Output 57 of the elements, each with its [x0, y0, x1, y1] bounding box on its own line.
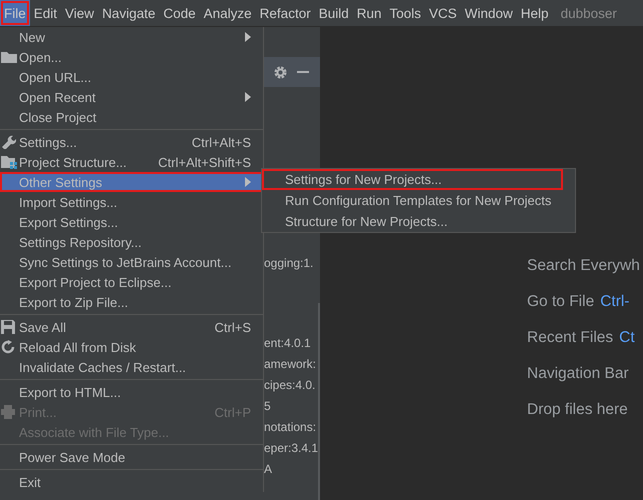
- menu-bar-item[interactable]: File: [0, 0, 30, 26]
- menu-bar-item[interactable]: Run: [352, 0, 386, 26]
- menu-bar-item[interactable]: VCS: [425, 0, 461, 26]
- menu-item[interactable]: Open Recent: [0, 87, 263, 107]
- editor-hint: Drop files here: [527, 401, 628, 419]
- shortcut-text: Ct: [619, 329, 635, 347]
- shortcut-text: Ctrl-: [600, 293, 630, 311]
- menu-bar-item[interactable]: View: [61, 0, 98, 26]
- menu-bar-item[interactable]: Navigate: [98, 0, 160, 26]
- editor-hint: Go to File: [527, 293, 594, 311]
- menu-item[interactable]: Export to Zip File...: [0, 292, 263, 312]
- menu-item[interactable]: Import Settings...: [0, 192, 263, 212]
- menu-item[interactable]: Open URL...: [0, 67, 263, 87]
- menu-item[interactable]: Save All Ctrl+S: [0, 317, 263, 337]
- menu-item[interactable]: Invalidate Caches / Restart...: [0, 357, 263, 377]
- menu-item[interactable]: Export to HTML...: [0, 382, 263, 402]
- menu-bar-item[interactable]: Tools: [386, 0, 426, 26]
- menu-item[interactable]: Export Settings...: [0, 212, 263, 232]
- tree-item-text: amework:: [264, 356, 318, 373]
- menu-item[interactable]: New: [0, 27, 263, 47]
- tree-item-text: ogging:1.: [264, 255, 314, 272]
- menu-item[interactable]: Exit: [0, 472, 263, 492]
- menu-bar-item[interactable]: Code: [159, 0, 200, 26]
- menu-item[interactable]: Settings... Ctrl+Alt+S: [0, 132, 263, 152]
- tree-item-text: eper:3.4.1: [264, 440, 318, 457]
- editor-hint: Navigation Bar: [527, 365, 629, 383]
- menu-item[interactable]: Export Project to Eclipse...: [0, 272, 263, 292]
- tree-item-text: notations:: [264, 419, 318, 436]
- menu-bar-item[interactable]: Analyze: [200, 0, 256, 26]
- settings-icon[interactable]: [274, 66, 287, 78]
- menu-bar-item[interactable]: Refactor: [256, 0, 315, 26]
- editor-hint: Recent Files: [527, 329, 614, 347]
- tree-item-text: ent:4.0.1: [264, 335, 312, 352]
- menu-item[interactable]: Sync Settings to JetBrains Account...: [0, 252, 263, 272]
- menu-item[interactable]: Open...: [0, 47, 263, 67]
- editor-hint: Search Everywh: [527, 257, 640, 275]
- tree-item-text: 5: [264, 398, 272, 415]
- menu-item[interactable]: Settings for New Projects...: [262, 169, 563, 190]
- folder-icon: [1, 50, 17, 63]
- menu-item[interactable]: Project Structure... Ctrl+Alt+Shift+S: [0, 152, 263, 172]
- menu-item[interactable]: Settings Repository...: [0, 232, 263, 252]
- project-title: dubboser: [560, 4, 617, 22]
- reload-icon: [1, 340, 15, 354]
- tree-item-text: A: [264, 461, 274, 478]
- wrench-icon: [1, 135, 16, 149]
- tree-item-text: cipes:4.0.: [264, 377, 316, 394]
- minimize-icon[interactable]: [297, 70, 309, 74]
- menu-item[interactable]: Reload All from Disk: [0, 337, 263, 357]
- folder-grid-icon: [1, 155, 18, 169]
- menu-bar-item[interactable]: Edit: [30, 0, 62, 26]
- menu-item[interactable]: Run Configuration Templates for New Projects: [262, 190, 575, 211]
- menu-bar-item[interactable]: Window: [460, 0, 517, 26]
- menu-item[interactable]: Close Project: [0, 107, 263, 127]
- menu-bar-item[interactable]: Help: [516, 0, 553, 26]
- menu-item[interactable]: Structure for New Projects...: [262, 211, 575, 232]
- menu-bar-item[interactable]: Build: [314, 0, 353, 26]
- menu-item[interactable]: Power Save Mode: [0, 447, 263, 467]
